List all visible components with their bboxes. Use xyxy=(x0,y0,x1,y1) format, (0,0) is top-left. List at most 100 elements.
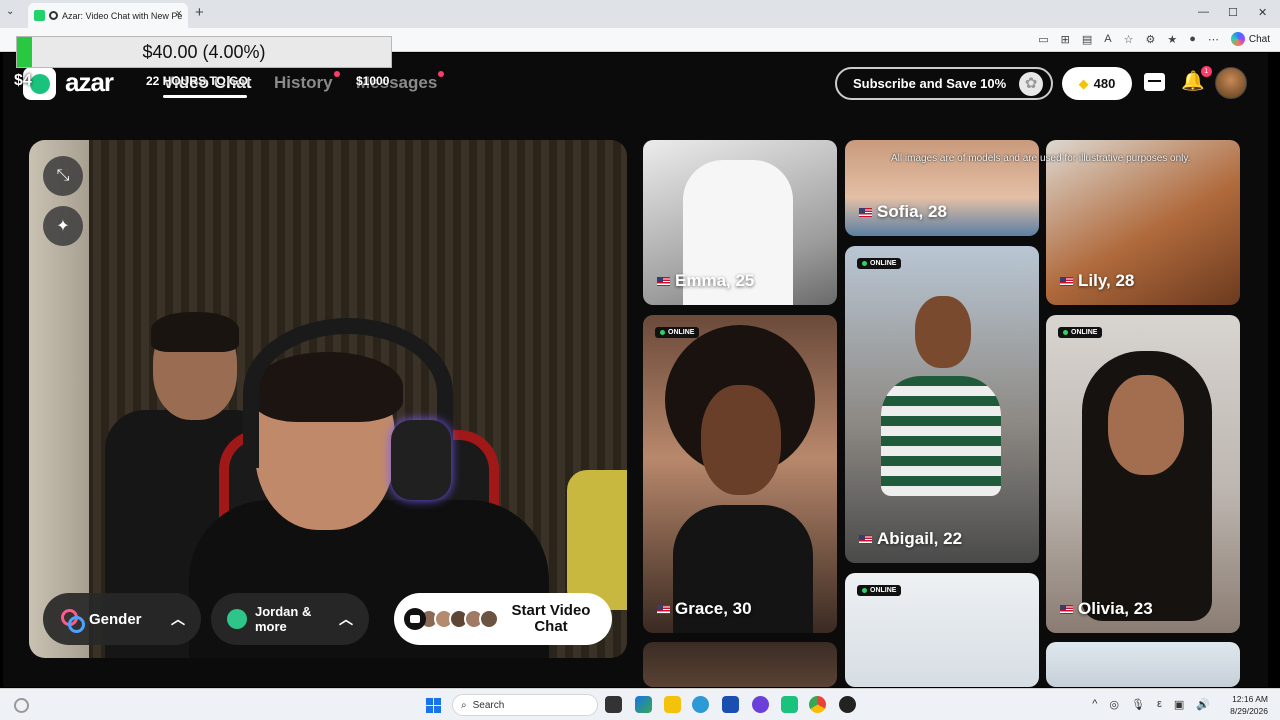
profile-name: Lily, 28 xyxy=(1060,271,1134,291)
profile-card-partial[interactable]: ONLINE xyxy=(845,573,1039,687)
chrome-icon[interactable] xyxy=(809,696,826,713)
flower-icon: ✿ xyxy=(1019,72,1043,96)
profile-card-emma[interactable]: Emma, 25 xyxy=(643,140,837,305)
region-filter-button[interactable]: Jordan & more ︿ xyxy=(211,593,369,645)
profile-name: Abigail, 22 xyxy=(859,529,962,549)
user-avatar[interactable] xyxy=(1215,67,1247,99)
notification-bell-icon[interactable]: 🔔 1 xyxy=(1181,66,1212,93)
edge-icon[interactable] xyxy=(692,696,709,713)
azar-favicon xyxy=(34,10,45,21)
discord-icon[interactable] xyxy=(752,696,769,713)
donation-fill xyxy=(17,37,32,67)
overlay-dollar: $4 xyxy=(14,72,32,89)
copilot-app-icon[interactable] xyxy=(635,696,652,713)
effects-wand-icon[interactable]: ✦ xyxy=(43,206,83,246)
windows-taskbar: ⌕ Search ^ ◎ 🎙 ε ▣ 🔊 12:16 AM 8/29/2026 xyxy=(0,688,1280,720)
chevron-up-icon[interactable]: ^ xyxy=(1092,698,1097,711)
clock-date: 8/29/2026 xyxy=(1230,706,1268,716)
profile-name: Grace, 30 xyxy=(657,599,752,619)
obs-icon[interactable] xyxy=(839,696,856,713)
gender-filter-button[interactable]: Gender ︿ xyxy=(43,593,201,645)
clock-time: 12:16 AM xyxy=(1232,694,1268,704)
browser-tabbar: ⌄ Azar: Video Chat with New Pe × + — ☐ ✕ xyxy=(0,0,1280,28)
profile-card-abigail[interactable]: ONLINE Abigail, 22 xyxy=(845,246,1039,563)
azar-logo[interactable]: azar xyxy=(65,67,114,98)
start-video-chat-label: Start Video Chat xyxy=(511,602,591,635)
messages-dot xyxy=(438,71,445,77)
widgets-icon[interactable] xyxy=(14,698,29,713)
copilot-icon xyxy=(1230,32,1245,46)
nav-history-label: History xyxy=(274,73,333,92)
more-icon[interactable]: ⋯ xyxy=(1208,33,1219,46)
profile-card-partial[interactable] xyxy=(1046,642,1240,687)
us-flag-icon xyxy=(859,534,872,544)
gender-label: Gender xyxy=(89,610,142,628)
avatar-stack xyxy=(419,609,499,629)
copilot-chat-button[interactable]: Chat xyxy=(1230,32,1270,46)
maximize-button[interactable]: ☐ xyxy=(1228,6,1238,19)
gems-count: 480 xyxy=(1093,76,1116,91)
nav-history[interactable]: History xyxy=(274,71,340,93)
start-video-chat-button[interactable]: Start Video Chat xyxy=(394,593,612,645)
network-icon[interactable]: ◎ xyxy=(1109,698,1119,711)
us-flag-icon xyxy=(657,276,670,286)
gender-icon xyxy=(61,609,85,633)
tab-close-icon[interactable]: × xyxy=(176,8,182,20)
subscribe-label: Subscribe and Save 10% xyxy=(853,76,1007,91)
clock[interactable]: 12:16 AM 8/29/2026 xyxy=(1230,693,1268,717)
subscribe-button[interactable]: Subscribe and Save 10% ✿ xyxy=(835,67,1053,100)
minimize-button[interactable]: — xyxy=(1198,6,1209,18)
minimize-camera-icon[interactable]: ⤡ xyxy=(43,156,83,196)
store-icon[interactable] xyxy=(1144,73,1165,91)
camera-preview: ⤡ ✦ Gender ︿ Jordan & more ︿ xyxy=(29,140,627,658)
history-dot xyxy=(333,71,340,77)
online-badge: ONLINE xyxy=(857,258,902,269)
profile-name: Emma, 25 xyxy=(657,271,754,291)
system-tray: ^ ◎ 🎙 ε ▣ 🔊 xyxy=(1092,698,1210,711)
tab-list-icon[interactable]: ⌄ xyxy=(6,6,14,17)
star-icon[interactable]: ☆ xyxy=(1124,33,1134,46)
search-icon: ⌕ xyxy=(461,699,467,711)
browser-toolbar: ▭ ⊞ ▤ A ☆ ⚙ ★ ● ⋯ Chat xyxy=(1038,32,1270,46)
wifi-icon[interactable]: ▣ xyxy=(1174,698,1184,711)
profile-icon[interactable]: ● xyxy=(1189,33,1196,45)
taskbar-search[interactable]: ⌕ Search xyxy=(452,694,598,716)
us-flag-icon xyxy=(1060,276,1073,286)
chevron-up-icon: ︿ xyxy=(339,611,353,627)
store-app-icon[interactable] xyxy=(722,696,739,713)
online-badge: ONLINE xyxy=(1058,327,1103,338)
grid-icon[interactable]: ⊞ xyxy=(1061,33,1070,46)
favorites-icon[interactable]: ★ xyxy=(1167,33,1177,46)
us-flag-icon xyxy=(859,207,872,217)
us-flag-icon xyxy=(657,604,670,614)
disclaimer-text: All images are of models and are used fo… xyxy=(891,153,1191,164)
file-explorer-icon[interactable] xyxy=(664,696,681,713)
profile-card-lily[interactable]: Lily, 28 xyxy=(1046,140,1240,305)
azar-app: azar Video Chat History Messages Subscri… xyxy=(3,53,1268,687)
gems-button[interactable]: ◆ 480 xyxy=(1062,67,1132,100)
close-window-button[interactable]: ✕ xyxy=(1258,6,1267,19)
app-icon[interactable] xyxy=(781,696,798,713)
profile-name: Sofia, 28 xyxy=(859,202,947,222)
browser-tab[interactable]: Azar: Video Chat with New Pe × xyxy=(28,3,188,28)
profile-card-partial[interactable] xyxy=(643,642,837,687)
speaker-icon[interactable]: 🔊 xyxy=(1196,698,1210,711)
profile-name: Olivia, 23 xyxy=(1060,599,1153,619)
taskbar-search-placeholder: Search xyxy=(472,699,505,711)
new-tab-button[interactable]: + xyxy=(195,4,204,21)
read-icon[interactable]: A xyxy=(1104,33,1111,45)
mic-icon[interactable]: 🎙 xyxy=(1131,698,1145,711)
overlay-goal: $1000 xyxy=(356,74,390,88)
taskview-icon[interactable] xyxy=(605,696,622,713)
online-badge: ONLINE xyxy=(857,585,902,596)
page-icon[interactable]: ▤ xyxy=(1082,33,1092,46)
video-icon[interactable]: ▭ xyxy=(1038,33,1048,46)
donation-text: $40.00 (4.00%) xyxy=(142,41,266,62)
profile-card-grace[interactable]: ONLINE Grace, 30 xyxy=(643,315,837,633)
extensions-icon[interactable]: ⚙ xyxy=(1145,33,1155,46)
us-flag-icon xyxy=(1060,604,1073,614)
profile-card-olivia[interactable]: ONLINE Olivia, 23 xyxy=(1046,315,1240,633)
video-camera-icon xyxy=(404,608,426,630)
language-icon[interactable]: ε xyxy=(1157,698,1162,711)
windows-start-icon[interactable] xyxy=(426,698,441,713)
